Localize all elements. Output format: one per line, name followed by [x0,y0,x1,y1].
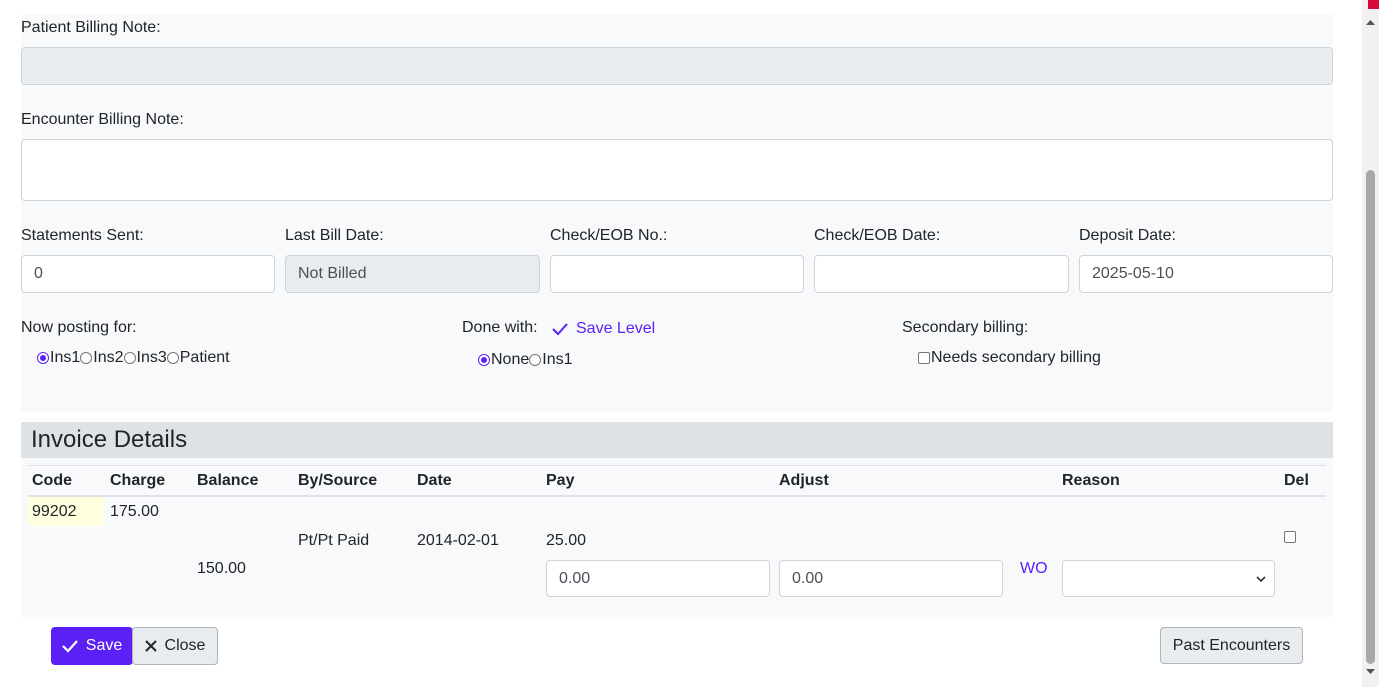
col-reason: Reason [1062,472,1120,489]
save-button-label: Save [85,637,123,654]
save-level-label: Save Level [576,320,656,337]
done-with-label: Done with: [462,319,538,336]
posting-for-label: Now posting for: [21,319,137,336]
posting-patient-radio[interactable] [166,352,179,364]
statements-sent-input[interactable]: 0 [21,255,275,293]
col-del: Del [1284,472,1309,489]
check-eob-no-label: Check/EOB No.: [550,227,668,244]
check-eob-date-input[interactable] [814,255,1069,293]
check-eob-date-label: Check/EOB Date: [814,227,941,244]
check-icon [552,323,568,336]
save-button[interactable]: Save [51,627,133,665]
posting-patient-label: Patient [179,349,230,366]
done-ins1-radio[interactable] [529,354,542,366]
check-icon [61,640,78,653]
save-level-link[interactable]: Save Level [552,320,655,338]
close-button-label: Close [164,637,206,654]
table-top-rule [28,465,1326,466]
last-bill-date-input: Not Billed [285,255,540,293]
posting-ins1-radio[interactable] [37,352,49,364]
needs-secondary-billing-checkbox[interactable] [918,352,930,364]
deposit-date-label: Deposit Date: [1079,227,1176,244]
done-ins1-label: Ins1 [542,351,573,368]
needs-secondary-billing-label: Needs secondary billing [931,349,1101,366]
encounter-billing-note-field[interactable] [21,139,1333,201]
scrollbar-thumb[interactable] [1366,170,1375,664]
invoice-details-heading: Invoice Details [21,422,1333,458]
table-header-rule [28,495,1326,497]
secondary-billing-label: Secondary billing: [902,319,1029,336]
posting-ins3-label: Ins3 [136,349,167,366]
close-button[interactable]: Close [132,627,218,665]
col-date: Date [417,472,452,489]
col-pay: Pay [546,472,575,489]
source-value: Pt/Pt Paid [298,532,370,549]
done-none-label: None [491,351,530,368]
posting-ins2-radio[interactable] [80,352,93,364]
patient-billing-note-field [21,47,1333,85]
col-charge: Charge [110,472,166,489]
done-none-radio[interactable] [478,354,490,366]
past-encounters-button[interactable]: Past Encounters [1160,627,1303,664]
posting-for-radio-group: Ins1 Ins2 Ins3 Patient [37,349,230,367]
col-by-source: By/Source [298,472,378,489]
col-adjust: Adjust [779,472,829,489]
write-off-link[interactable]: WO [1020,560,1048,578]
chevron-down-icon [1256,576,1266,583]
statements-sent-label: Statements Sent: [21,227,144,244]
date-value: 2014-02-01 [417,532,499,549]
col-code: Code [32,472,72,489]
close-icon [144,640,157,652]
col-balance: Balance [197,472,259,489]
past-encounters-label: Past Encounters [1172,636,1291,654]
reason-select[interactable] [1062,560,1275,597]
scroll-down-arrow-icon[interactable] [1362,666,1379,678]
scroll-up-arrow-icon[interactable] [1362,17,1379,29]
charge-value: 175.00 [110,503,159,520]
last-bill-date-label: Last Bill Date: [285,227,384,244]
posting-ins1-label: Ins1 [50,349,81,366]
encounter-billing-note-label: Encounter Billing Note: [21,111,184,128]
secondary-billing-row: Needs secondary billing [918,349,1101,367]
balance-value: 150.00 [197,560,246,577]
pay-input[interactable]: 0.00 [546,560,770,597]
posting-ins3-radio[interactable] [123,352,136,364]
corner-marker [1368,0,1379,9]
vertical-scrollbar[interactable] [1362,0,1379,687]
delete-checkbox[interactable] [1284,531,1296,543]
done-with-radio-group: None Ins1 [478,351,573,369]
code-value: 99202 [32,503,77,520]
posting-ins2-label: Ins2 [93,349,124,366]
check-eob-no-input[interactable] [550,255,804,293]
deposit-date-input[interactable]: 2025-05-10 [1079,255,1333,293]
patient-billing-note-label: Patient Billing Note: [21,19,161,36]
adjust-input[interactable]: 0.00 [779,560,1003,597]
paid-value: 25.00 [546,532,587,549]
